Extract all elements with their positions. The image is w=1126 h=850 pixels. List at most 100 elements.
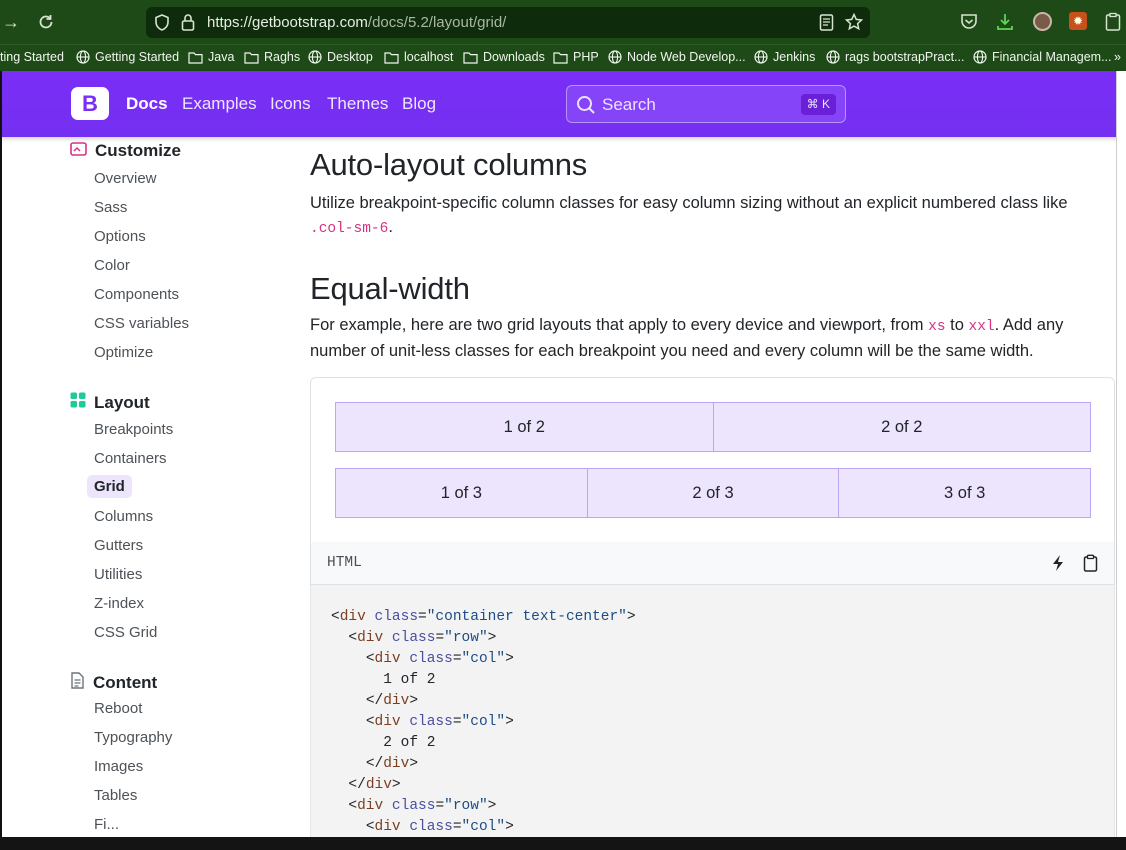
sidebar-item-components[interactable]: Components (94, 286, 179, 303)
pocket-icon[interactable] (960, 13, 978, 35)
globe-icon (76, 50, 90, 64)
sidebar-item-tables[interactable]: Tables (94, 787, 137, 804)
bookmark-item[interactable]: Java (188, 50, 234, 64)
bookmark-item[interactable]: Desktop (308, 50, 373, 64)
sidebar-item-options[interactable]: Options (94, 228, 146, 245)
bookmark-item[interactable]: rags bootstrapPract... (826, 50, 965, 64)
docs-sidebar: Customize Overview Sass Options Color Co… (0, 137, 300, 837)
bootstrap-logo[interactable]: B (71, 87, 109, 120)
sidebar-item-sass[interactable]: Sass (94, 199, 127, 216)
bootstrap-navbar: B Docs Examples Icons Themes Blog Search… (0, 71, 1126, 137)
code-line: </div> (365, 693, 419, 709)
bookmark-item[interactable]: Raghs (244, 50, 300, 64)
sidebar-item-typography[interactable]: Typography (94, 729, 172, 746)
lightning-bolt-icon[interactable] (1048, 553, 1068, 573)
bookmark-label: Downloads (483, 50, 545, 64)
code-line: <div class="row"> (348, 798, 497, 814)
globe-icon (308, 50, 322, 64)
code-col-sm-6: .col-sm-6 (310, 221, 389, 237)
bookmark-label: Financial Managem... (992, 50, 1112, 64)
extension-clipboard-icon[interactable] (1105, 12, 1121, 36)
sidebar-heading-layout[interactable]: Layout (70, 392, 150, 413)
url-text[interactable]: https://getbootstrap.com/docs/5.2/layout… (207, 14, 506, 31)
grid-col: 1 of 3 (335, 468, 588, 518)
bookmark-star-icon[interactable] (844, 12, 864, 36)
sidebar-item-overview[interactable]: Overview (94, 170, 157, 187)
nav-blog[interactable]: Blog (402, 94, 436, 114)
sidebar-item-containers[interactable]: Containers (94, 450, 167, 467)
bookmarks-bar: ting Started Getting Started Java Raghs Desk… (0, 44, 1126, 71)
sidebar-item-reboot[interactable]: Reboot (94, 700, 142, 717)
code-line: 2 of 2 (383, 735, 436, 751)
globe-icon (973, 50, 987, 64)
window-edge (1116, 71, 1126, 837)
grid-layout-icon (70, 392, 86, 413)
bookmark-item[interactable]: Jenkins (754, 50, 815, 64)
sidebar-item-figures[interactable]: Fi... (94, 816, 119, 833)
bookmark-item[interactable]: PHP (553, 50, 599, 64)
grid-col: 2 of 3 (586, 468, 840, 518)
extension-icon[interactable]: ✹ (1069, 12, 1087, 30)
sidebar-heading-content[interactable]: Content (70, 672, 157, 694)
grid-row-two-cols: 1 of 2 2 of 2 (335, 402, 1091, 452)
grid-row-three-cols: 1 of 3 2 of 3 3 of 3 (335, 468, 1092, 518)
nav-themes[interactable]: Themes (327, 94, 388, 114)
grid-col: 1 of 2 (335, 402, 714, 452)
sidebar-item-color[interactable]: Color (94, 257, 130, 274)
code-line: <div class="col"> (365, 714, 514, 730)
palette-icon (70, 140, 87, 162)
bookmark-label: rags bootstrapPract... (845, 50, 965, 64)
address-bar[interactable]: https://getbootstrap.com/docs/5.2/layout… (146, 7, 870, 38)
sidebar-item-grid[interactable]: Grid (87, 475, 132, 498)
sidebar-item-css-variables[interactable]: CSS variables (94, 315, 189, 332)
sidebar-item-z-index[interactable]: Z-index (94, 595, 144, 612)
nav-icons[interactable]: Icons (270, 94, 311, 114)
auto-layout-description: Utilize breakpoint-specific column class… (310, 194, 1068, 237)
heading-auto-layout-columns: Auto-layout columns (310, 147, 588, 182)
code-line: <div class="col"> (365, 819, 514, 835)
sidebar-item-images[interactable]: Images (94, 758, 143, 775)
sidebar-item-columns[interactable]: Columns (94, 508, 153, 525)
code-xs: xs (928, 319, 946, 335)
reader-view-icon[interactable] (819, 14, 834, 36)
forward-arrow-icon[interactable]: → (2, 13, 20, 31)
search-shortcut: ⌘ K (800, 94, 836, 115)
window-edge (0, 71, 2, 837)
bookmark-item[interactable]: localhost (384, 50, 453, 64)
download-icon[interactable] (996, 12, 1014, 36)
bookmark-label: Jenkins (773, 50, 816, 64)
copy-clipboard-icon[interactable] (1080, 553, 1100, 573)
lock-icon[interactable] (181, 13, 195, 36)
bookmark-item[interactable]: Node Web Develop... (608, 50, 746, 64)
sidebar-item-utilities[interactable]: Utilities (94, 566, 142, 583)
folder-icon (553, 51, 568, 64)
code-line: <div class="container text-center"> (331, 609, 636, 625)
reload-icon[interactable] (37, 13, 55, 36)
sidebar-item-breakpoints[interactable]: Breakpoints (94, 421, 173, 438)
code-line: </div> (348, 777, 401, 793)
code-language-label: HTML (327, 555, 362, 571)
folder-icon (188, 51, 203, 64)
bookmark-item[interactable]: Getting Started (76, 50, 179, 64)
bookmark-item[interactable]: Downloads (463, 50, 545, 64)
grid-example-preview: 1 of 2 2 of 2 1 of 3 2 of 3 3 of 3 (310, 377, 1115, 543)
bookmark-label: ting Started (0, 50, 64, 64)
profile-avatar-icon[interactable] (1033, 12, 1052, 31)
heading-equal-width: Equal-width (310, 271, 470, 306)
bookmark-label: Getting Started (95, 50, 180, 64)
sidebar-item-optimize[interactable]: Optimize (94, 344, 153, 361)
globe-icon (608, 50, 622, 64)
grid-col: 3 of 3 (838, 468, 1092, 518)
search-button[interactable]: Search ⌘ K (566, 85, 846, 123)
nav-docs[interactable]: Docs (126, 94, 168, 114)
shield-icon[interactable] (154, 14, 170, 36)
nav-examples[interactable]: Examples (182, 94, 257, 114)
bookmark-item[interactable]: Financial Managem... (973, 50, 1112, 64)
sidebar-item-gutters[interactable]: Gutters (94, 537, 143, 554)
bookmark-item[interactable]: ting Started (0, 50, 64, 64)
sidebar-item-css-grid[interactable]: CSS Grid (94, 624, 157, 641)
bookmarks-overflow-icon[interactable]: » (1114, 50, 1121, 64)
sidebar-heading-customize[interactable]: Customize (70, 140, 181, 162)
code-snippet-body[interactable]: <div class="container text-center"> <div… (310, 585, 1115, 837)
folder-icon (463, 51, 478, 64)
